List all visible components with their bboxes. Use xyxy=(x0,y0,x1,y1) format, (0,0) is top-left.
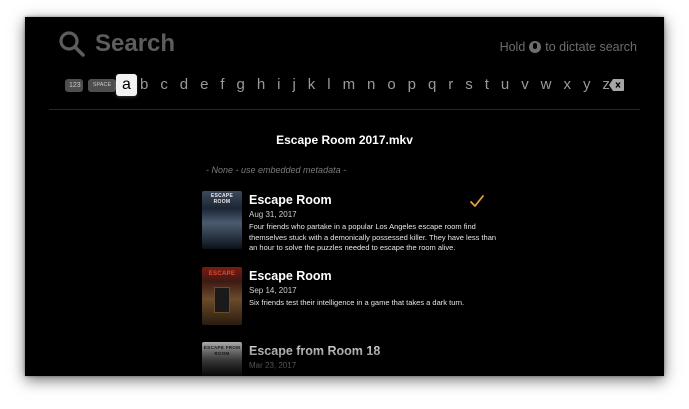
poster-image: ESCAPE xyxy=(202,267,242,325)
space-key[interactable]: SPACE xyxy=(88,79,116,92)
result-title: Escape from Room 18 xyxy=(249,344,381,358)
result-description: Four friends who partake in a popular Lo… xyxy=(249,222,497,252)
search-field[interactable]: Search xyxy=(95,30,175,58)
key-letter[interactable]: f xyxy=(220,74,224,96)
result-title: Escape Room xyxy=(249,193,332,207)
result-description: Six friends test their intelligence in a… xyxy=(249,298,465,307)
key-letter[interactable]: y xyxy=(583,74,591,96)
result-date: Aug 31, 2017 xyxy=(249,210,297,219)
poster-title: ESCAPE ROOM xyxy=(210,193,234,205)
letter-row: bcdefghijklmnopqrstuvwxyz xyxy=(140,74,610,96)
key-letter[interactable]: r xyxy=(448,74,453,96)
key-letter[interactable]: u xyxy=(501,74,509,96)
key-letter[interactable]: h xyxy=(257,74,265,96)
on-screen-keyboard: 123 SPACE a bcdefghijklmnopqrstuvwxyz xyxy=(25,74,664,96)
search-icon xyxy=(59,31,85,57)
dictate-hint: Hold to dictate search xyxy=(500,40,637,54)
poster-door-graphic xyxy=(214,287,230,313)
app-screen: Search Hold to dictate search 123 SPACE a… xyxy=(25,17,664,376)
key-letter[interactable]: j xyxy=(292,74,295,96)
poster-title: ESCAPE xyxy=(208,271,236,277)
key-selected-letter[interactable]: a xyxy=(116,74,137,96)
key-letter[interactable]: i xyxy=(277,74,280,96)
file-name: Escape Room 2017.mkv xyxy=(276,133,413,147)
result-title: Escape Room xyxy=(249,269,332,283)
key-letter[interactable]: e xyxy=(200,74,208,96)
dictate-prefix: Hold xyxy=(499,40,526,54)
poster-image: ESCAPE FROM ROOM xyxy=(202,342,242,376)
key-letter[interactable]: o xyxy=(387,74,395,96)
key-letter[interactable]: l xyxy=(327,74,330,96)
checkmark-icon xyxy=(470,195,484,207)
dictate-suffix: to dictate search xyxy=(545,40,637,54)
key-letter[interactable]: g xyxy=(237,74,245,96)
microphone-icon xyxy=(529,41,542,53)
key-letter[interactable]: v xyxy=(521,74,529,96)
divider xyxy=(49,109,640,110)
key-letter[interactable]: d xyxy=(180,74,188,96)
key-letter[interactable]: x xyxy=(563,74,571,96)
key-letter[interactable]: k xyxy=(308,74,316,96)
key-letter[interactable]: w xyxy=(541,74,552,96)
key-letter[interactable]: m xyxy=(343,74,356,96)
key-letter[interactable]: q xyxy=(428,74,436,96)
poster-title: ESCAPE FROM ROOM xyxy=(203,345,241,356)
none-metadata-option[interactable]: - None - use embedded metadata - xyxy=(206,165,346,175)
key-letter[interactable]: p xyxy=(408,74,416,96)
numbers-key[interactable]: 123 xyxy=(65,79,83,92)
result-date: Mar 23, 2017 xyxy=(249,361,297,370)
delete-key-icon[interactable] xyxy=(609,79,624,91)
poster-image: ESCAPE ROOM xyxy=(202,191,242,249)
key-letter[interactable]: s xyxy=(465,74,473,96)
key-letter[interactable]: t xyxy=(485,74,489,96)
key-letter[interactable]: b xyxy=(140,74,148,96)
result-date: Sep 14, 2017 xyxy=(249,286,297,295)
key-letter[interactable]: n xyxy=(367,74,375,96)
key-letter[interactable]: c xyxy=(160,74,168,96)
